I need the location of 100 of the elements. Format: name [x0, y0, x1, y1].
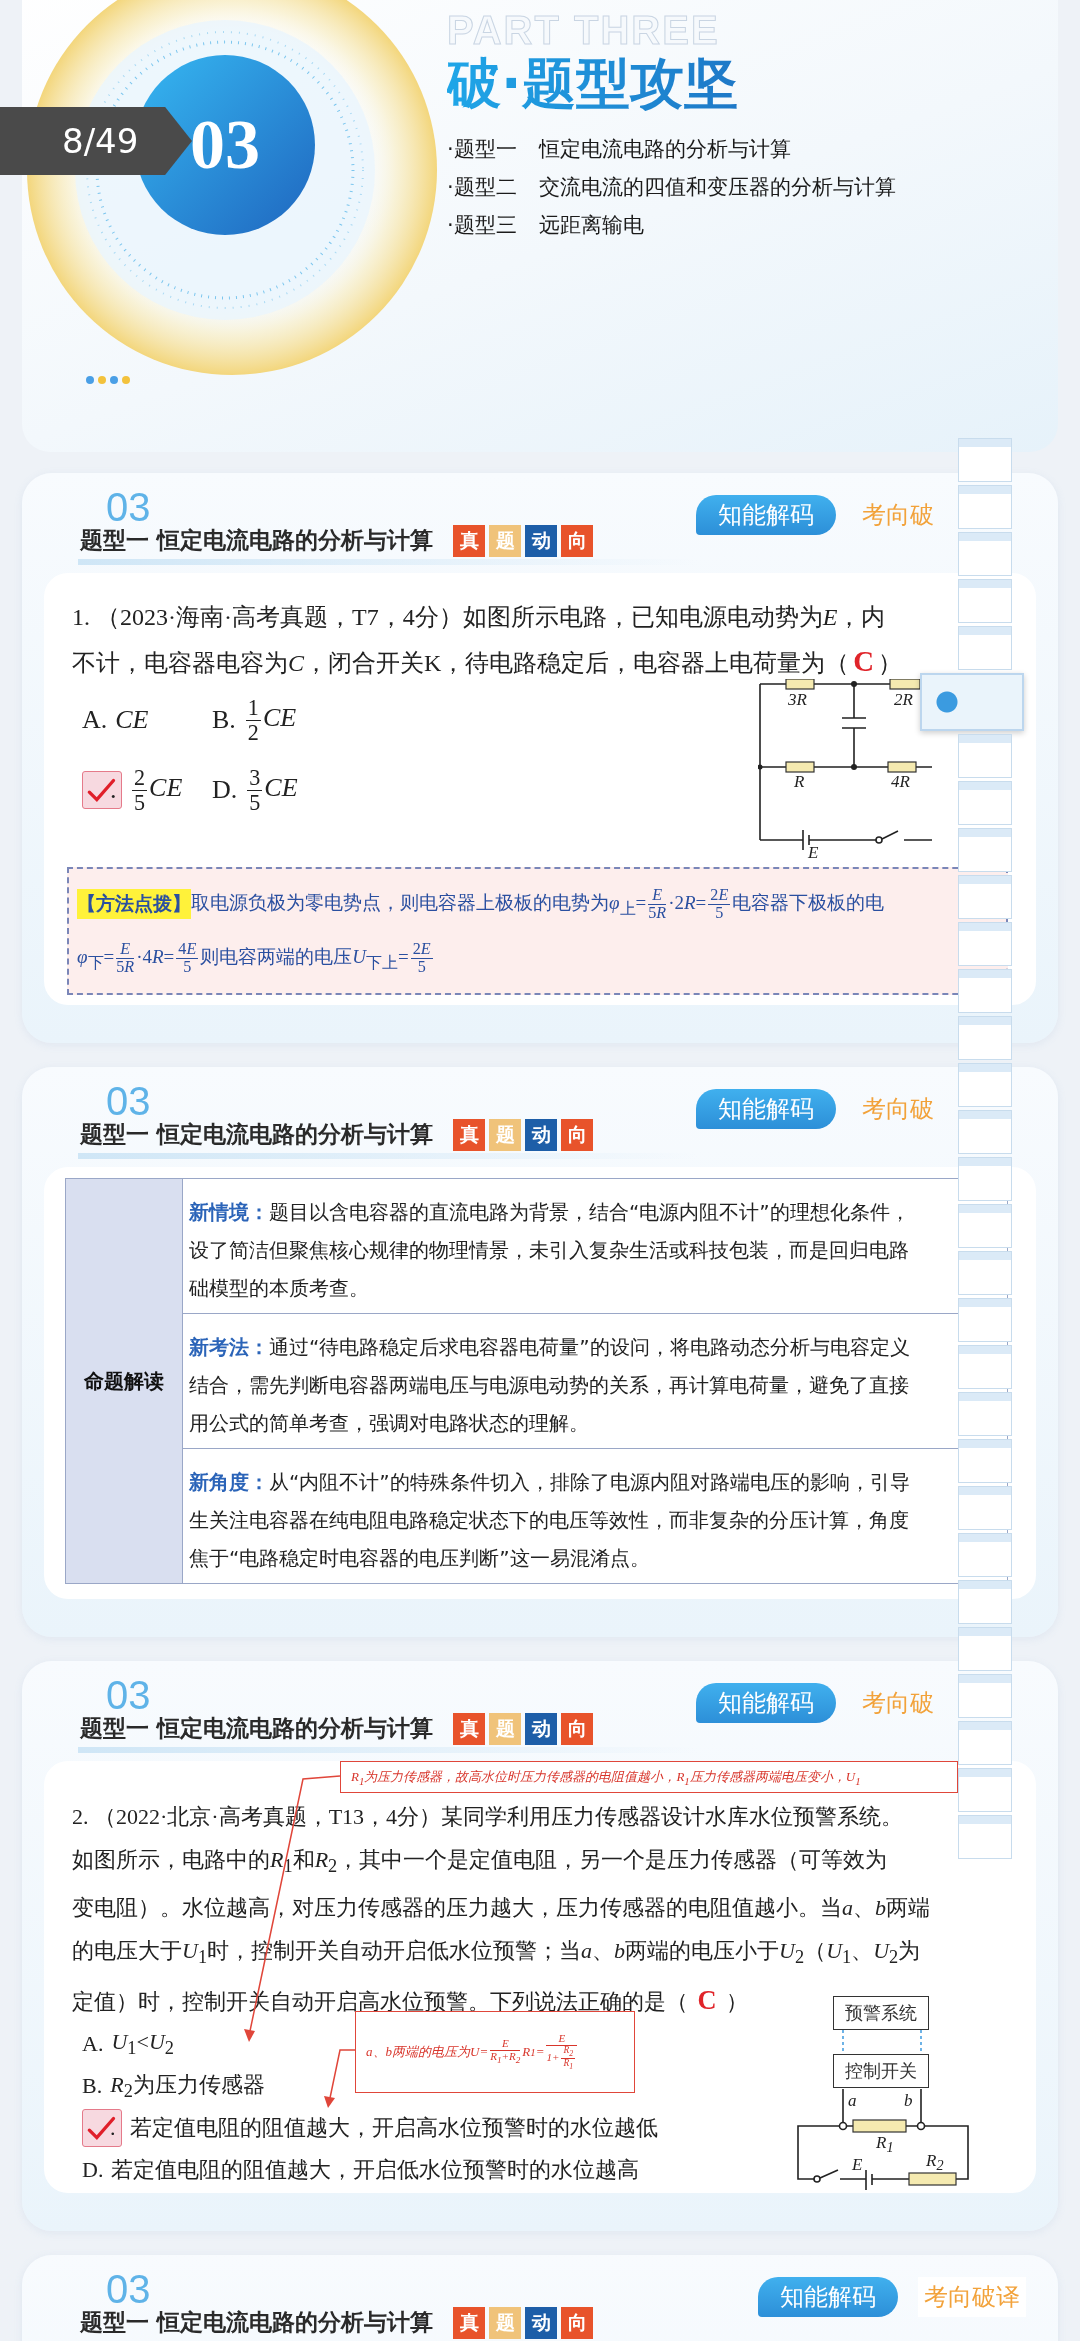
tag: 题	[489, 2307, 521, 2339]
row-label: 新角度：	[189, 1470, 269, 1494]
slide-thumbnail[interactable]	[958, 1392, 1012, 1436]
tab[interactable]: 知能解码	[696, 495, 836, 535]
option-letter: B.	[82, 2073, 103, 2100]
method-label: 【方法点拨】	[77, 889, 191, 919]
slide-thumbnail[interactable]	[958, 1251, 1012, 1295]
analysis-text: 题目以含电容器的直流电路为背景，结合“电源内阻不计”的理想化条件，	[269, 1200, 910, 1224]
annotation-note: R$_{1}$为压力传感器，故高水位时压力传感器的电阻值越小，R$_{1}$压力传感器两端电压变小，U$_{1}$	[340, 1761, 958, 1793]
tab[interactable]: 考向破	[856, 1089, 940, 1129]
tab[interactable]: 考向破	[856, 1683, 940, 1723]
option-letter: B.	[212, 705, 236, 735]
slide-thumbnail[interactable]	[958, 485, 1012, 529]
analysis-text: 结合，需先判断电容器两端电压与电源电动势的关系，再计算电荷量，避免了直接	[189, 1372, 909, 1399]
tag: 真	[453, 2307, 485, 2339]
option-letter: D.	[212, 775, 238, 805]
table-heading: 命题解读	[66, 1179, 183, 1583]
slide-thumbnail[interactable]	[958, 532, 1012, 576]
page-counter: 8/49	[0, 107, 192, 175]
section-number: 03	[190, 110, 260, 180]
row-label: 新考法：	[189, 1335, 269, 1359]
slide-thumbnail[interactable]	[958, 1345, 1012, 1389]
analysis-text: 焦于“电路稳定时电容器的电压判断”这一易混淆点。	[189, 1545, 650, 1572]
diagram-box: 预警系统	[833, 1995, 929, 2030]
tab[interactable]: 考向破	[856, 495, 940, 535]
tag: 动	[525, 525, 557, 557]
slide-thumbnail[interactable]	[958, 875, 1012, 919]
slide-thumbnail[interactable]	[958, 1674, 1012, 1718]
slide-thumbnail[interactable]	[958, 1580, 1012, 1624]
tab[interactable]: 知能解码	[758, 2277, 898, 2317]
slide-thumbnail[interactable]	[958, 922, 1012, 966]
tag: 题	[489, 1119, 521, 1151]
circuit-label: R$_{2}$	[926, 2151, 944, 2173]
tag: 真	[453, 525, 485, 557]
analysis-text: 用公式的简单考查，强调对电路状态的理解。	[189, 1410, 589, 1437]
tab[interactable]: 考向破译	[918, 2277, 1026, 2317]
circuit-label: E	[852, 2155, 863, 2173]
slide-thumbnail[interactable]	[958, 1063, 1012, 1107]
option-text: CE	[115, 705, 149, 735]
slide-thumbnail[interactable]	[958, 579, 1012, 623]
slide-thumbnail[interactable]	[958, 781, 1012, 825]
diagram-box: 控制开关	[833, 2053, 929, 2088]
section-number: 03	[105, 491, 151, 523]
slide-thumbnail[interactable]	[958, 1815, 1012, 1859]
section-number: 03	[105, 2273, 151, 2305]
circuit-label: 3R	[788, 691, 807, 708]
slide-thumbnail[interactable]	[958, 734, 1012, 778]
analysis-text: 从“内阻不计”的特殊条件切入，排除了电源内阻对路端电压的影响，引导	[269, 1470, 910, 1494]
option-text: U$_{1}$<U$_{2}$	[111, 2029, 174, 2060]
slide-thumbnail[interactable]	[958, 1721, 1012, 1765]
tag: 题	[489, 525, 521, 557]
circuit-label: E	[808, 844, 819, 861]
circuit-label: R$_{1}$	[876, 2133, 894, 2155]
tag: 向	[561, 2307, 593, 2339]
analysis-text: 通过“待电路稳定后求电容器电荷量”的设问，将电路动态分析与电容定义	[269, 1335, 910, 1359]
checked-box: .	[82, 2109, 122, 2148]
slide-thumbnail[interactable]	[958, 1627, 1012, 1671]
slide-thumbnail[interactable]	[958, 1439, 1012, 1483]
slide-thumbnail[interactable]	[958, 969, 1012, 1013]
slide-thumbnail[interactable]	[958, 1157, 1012, 1201]
circuit-label: b	[904, 2091, 913, 2109]
option-letter: A.	[82, 2031, 104, 2058]
slide-thumbnail[interactable]	[958, 1298, 1012, 1342]
circuit-label: 4R	[891, 773, 910, 790]
tag: 向	[561, 1119, 593, 1151]
tag: 动	[525, 2307, 557, 2339]
tag: 题	[489, 1713, 521, 1745]
circuit-label: a	[848, 2091, 857, 2109]
section-number: 03	[105, 1085, 151, 1117]
slide-thumbnail[interactable]	[958, 1016, 1012, 1060]
circuit-label: R	[794, 773, 805, 790]
slide-thumbnail[interactable]	[920, 673, 1024, 731]
slide-thumbnail[interactable]	[958, 828, 1012, 872]
slide-thumbnail[interactable]	[958, 1204, 1012, 1248]
topic-text: 远距离输电	[538, 212, 644, 239]
analysis-text: 设了简洁但聚焦核心规律的物理情景，未引入复杂生活或科技包装，而是回归电路	[189, 1237, 909, 1264]
option-text: R$_{2}$为压力传感器	[110, 2071, 265, 2103]
tag: 动	[525, 1713, 557, 1745]
question-line: 不计，电容器电容为C，闭合开关K，待电路稳定后，电容器上电荷量为（C）	[72, 644, 903, 679]
option-text: 若定值电阻的阻值越大，开启低水位预警时的水位越高	[111, 2156, 640, 2185]
slide-thumbnail[interactable]	[958, 626, 1012, 670]
circuit-label: 2R	[894, 691, 913, 708]
slide-title: 题型一 恒定电流电路的分析与计算	[80, 1714, 433, 1743]
slide-thumbnail[interactable]	[958, 1486, 1012, 1530]
row-label: 新情境：	[189, 1200, 269, 1224]
tag: 向	[561, 1713, 593, 1745]
option-letter: D.	[82, 2157, 104, 2184]
tab[interactable]: 知能解码	[696, 1683, 836, 1723]
option-letter: A.	[82, 705, 108, 735]
tag: 动	[525, 1119, 557, 1151]
option-text: 若定值电阻的阻值越大，开启高水位预警时的水位越低	[130, 2114, 658, 2143]
slide-thumbnail[interactable]	[958, 1768, 1012, 1812]
slide-thumbnail[interactable]	[958, 1533, 1012, 1577]
slide-thumbnail[interactable]	[958, 438, 1012, 482]
tab[interactable]: 知能解码	[696, 1089, 836, 1129]
topic-label: ·题型一	[447, 136, 517, 163]
tag: 真	[453, 1713, 485, 1745]
dots-ornament	[85, 375, 133, 385]
topic-text: 恒定电流电路的分析与计算	[538, 136, 791, 163]
slide-thumbnail[interactable]	[958, 1110, 1012, 1154]
